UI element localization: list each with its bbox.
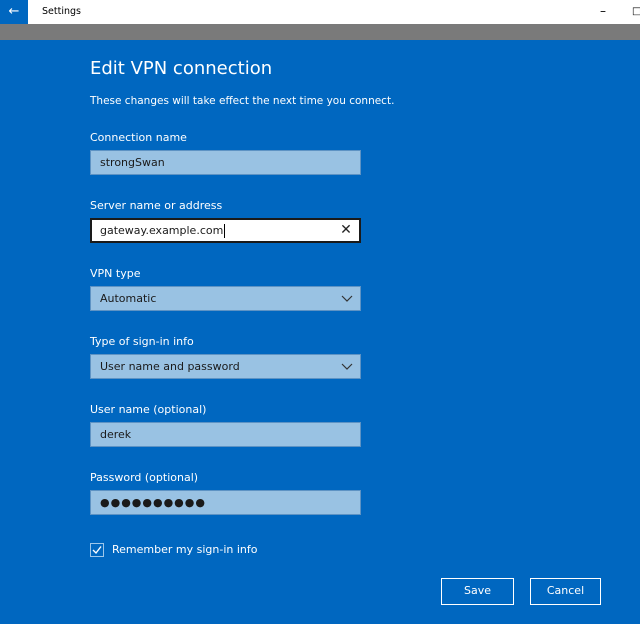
- password-label: Password (optional): [90, 471, 199, 484]
- close-icon: ✕: [340, 222, 352, 238]
- vpn-type-dropdown[interactable]: Automatic: [90, 286, 361, 311]
- remember-checkbox-label[interactable]: Remember my sign-in info: [112, 543, 257, 556]
- vpn-type-value: Automatic: [100, 292, 157, 305]
- password-masked-value: ●●●●●●●●●●: [100, 496, 206, 509]
- signin-type-dropdown[interactable]: User name and password: [90, 354, 361, 379]
- connection-name-label: Connection name: [90, 131, 187, 144]
- back-button[interactable]: ←: [0, 0, 28, 24]
- text-caret: [224, 224, 226, 238]
- chevron-down-icon: [341, 363, 353, 370]
- chevron-down-icon: [341, 295, 353, 302]
- username-label: User name (optional): [90, 403, 207, 416]
- minimize-icon: –: [600, 4, 606, 18]
- clear-text-button[interactable]: ✕: [339, 222, 353, 238]
- maximize-icon: □: [632, 6, 640, 17]
- save-button[interactable]: Save: [441, 578, 514, 605]
- settings-background-strip: [0, 24, 640, 40]
- checkmark-icon: [92, 546, 102, 555]
- username-value: derek: [100, 428, 132, 441]
- window-title: Settings: [42, 6, 81, 17]
- vpn-dialog-panel: [0, 40, 640, 624]
- connection-name-field[interactable]: strongSwan: [90, 150, 361, 175]
- minimize-button[interactable]: –: [596, 0, 610, 24]
- dialog-subtitle: These changes will take effect the next …: [90, 95, 395, 107]
- remember-checkbox[interactable]: [90, 543, 104, 557]
- title-bar: ← Settings – □: [0, 0, 640, 24]
- signin-type-value: User name and password: [100, 360, 240, 373]
- back-arrow-icon: ←: [8, 4, 20, 19]
- dialog-heading: Edit VPN connection: [90, 58, 273, 79]
- username-field[interactable]: derek: [90, 422, 361, 447]
- vpn-type-label: VPN type: [90, 267, 141, 280]
- signin-type-label: Type of sign-in info: [90, 335, 194, 348]
- cancel-button[interactable]: Cancel: [530, 578, 601, 605]
- password-field[interactable]: ●●●●●●●●●●: [90, 490, 361, 515]
- server-address-value: gateway.example.com: [100, 224, 224, 237]
- server-address-field[interactable]: gateway.example.com ✕: [90, 218, 361, 243]
- server-label: Server name or address: [90, 199, 223, 212]
- connection-name-value: strongSwan: [100, 156, 165, 169]
- maximize-button[interactable]: □: [632, 0, 640, 24]
